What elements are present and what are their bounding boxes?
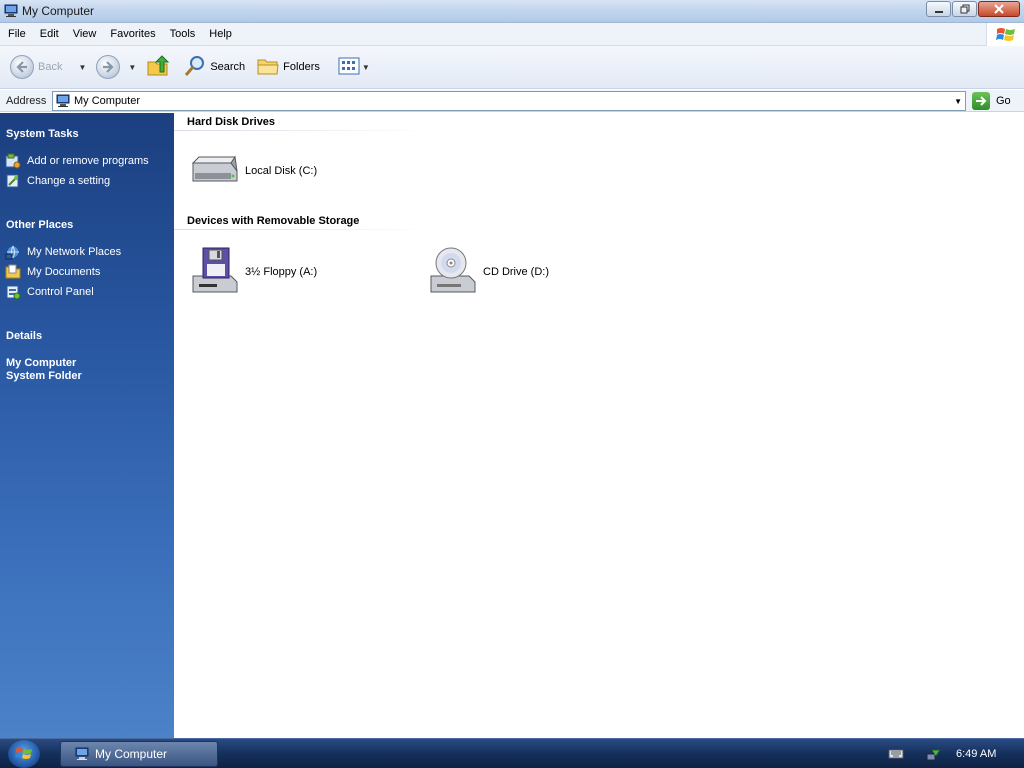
change-setting-label: Change a setting bbox=[27, 175, 111, 187]
menu-file[interactable]: File bbox=[2, 23, 32, 46]
system-tray: 6:49 AM bbox=[888, 741, 996, 767]
search-label: Search bbox=[210, 61, 246, 73]
control-panel-link[interactable]: Control Panel bbox=[5, 284, 94, 300]
up-folder-button[interactable] bbox=[143, 51, 173, 83]
menu-tools[interactable]: Tools bbox=[164, 23, 202, 46]
add-remove-programs-link[interactable]: Add or remove programs bbox=[5, 153, 149, 169]
details-type: System Folder bbox=[6, 370, 82, 382]
views-icon bbox=[338, 57, 360, 78]
maximize-button[interactable] bbox=[952, 1, 977, 17]
address-dropdown-icon[interactable]: ▼ bbox=[954, 97, 962, 106]
floppy-drive-icon bbox=[189, 246, 239, 297]
menu-view[interactable]: View bbox=[67, 23, 103, 46]
drive-local-disk-c[interactable]: Local Disk (C:) bbox=[189, 153, 317, 188]
group-title-hard-disks: Hard Disk Drives bbox=[187, 116, 276, 128]
address-value: My Computer bbox=[74, 95, 141, 107]
forward-button[interactable]: ▼ bbox=[93, 51, 139, 83]
drive-floppy-a[interactable]: 3½ Floppy (A:) bbox=[189, 246, 317, 297]
hard-disk-icon bbox=[189, 153, 239, 188]
minimize-button[interactable] bbox=[926, 1, 951, 17]
system-tasks-header[interactable]: System Tasks bbox=[6, 128, 79, 140]
start-button[interactable] bbox=[8, 740, 40, 768]
clock[interactable]: 6:49 AM bbox=[956, 748, 996, 760]
drive-label-cd-d: CD Drive (D:) bbox=[483, 265, 549, 278]
views-button[interactable]: ▼ bbox=[335, 51, 373, 83]
go-arrow-icon bbox=[972, 92, 990, 110]
back-arrow-icon bbox=[10, 55, 34, 79]
folders-label: Folders bbox=[283, 61, 320, 73]
other-places-header[interactable]: Other Places bbox=[6, 219, 73, 231]
my-documents-label: My Documents bbox=[27, 266, 101, 278]
settings-icon bbox=[5, 173, 21, 189]
folders-icon bbox=[257, 56, 279, 79]
address-bar: Address My Computer ▼ Go bbox=[0, 90, 1024, 112]
add-remove-programs-icon bbox=[5, 153, 21, 169]
documents-folder-icon bbox=[5, 264, 21, 280]
group-divider bbox=[174, 130, 434, 131]
search-button[interactable]: Search bbox=[181, 51, 248, 83]
views-dropdown-icon: ▼ bbox=[361, 62, 370, 72]
back-history-dropdown-icon[interactable]: ▼ bbox=[78, 63, 86, 72]
forward-arrow-icon bbox=[96, 55, 121, 79]
windows-logo-icon bbox=[986, 23, 1024, 46]
back-button[interactable]: Back ▼ bbox=[7, 51, 89, 83]
my-computer-icon bbox=[3, 3, 19, 19]
close-button[interactable] bbox=[978, 1, 1020, 17]
address-label: Address bbox=[6, 94, 47, 107]
taskbar-window-label: My Computer bbox=[95, 747, 168, 761]
go-button[interactable]: Go bbox=[972, 92, 1011, 110]
cd-drive-icon bbox=[427, 246, 477, 297]
toolbar: Back ▼ ▼ Search Folders ▼ bbox=[0, 46, 1024, 89]
details-name: My Computer bbox=[6, 357, 77, 369]
address-input[interactable]: My Computer ▼ bbox=[52, 91, 966, 111]
network-places-icon bbox=[5, 244, 21, 260]
group-divider bbox=[174, 229, 434, 230]
file-view: Hard Disk Drives Local Disk (C:) Devices… bbox=[174, 113, 1024, 738]
my-network-places-label: My Network Places bbox=[27, 246, 122, 258]
go-label: Go bbox=[996, 95, 1011, 107]
menu-edit[interactable]: Edit bbox=[34, 23, 65, 46]
taskbar: My Computer 6:49 AM bbox=[0, 738, 1024, 768]
my-documents-link[interactable]: My Documents bbox=[5, 264, 100, 280]
drive-cd-d[interactable]: CD Drive (D:) bbox=[427, 246, 549, 297]
search-icon bbox=[184, 55, 206, 80]
window-title: My Computer bbox=[22, 4, 95, 18]
forward-history-dropdown-icon[interactable]: ▼ bbox=[128, 63, 136, 72]
folders-button[interactable]: Folders bbox=[254, 51, 323, 83]
add-remove-programs-label: Add or remove programs bbox=[27, 155, 149, 167]
menu-help[interactable]: Help bbox=[203, 23, 238, 46]
details-header[interactable]: Details bbox=[6, 330, 42, 342]
my-computer-icon bbox=[56, 94, 70, 108]
up-folder-icon bbox=[146, 54, 170, 81]
back-label: Back bbox=[38, 61, 63, 73]
network-status-icon[interactable] bbox=[926, 747, 942, 761]
taskbar-my-computer-button[interactable]: My Computer bbox=[60, 741, 218, 767]
title-bar[interactable]: My Computer bbox=[0, 0, 1024, 23]
my-computer-icon bbox=[75, 746, 91, 762]
change-setting-link[interactable]: Change a setting bbox=[5, 173, 110, 189]
my-network-places-link[interactable]: My Network Places bbox=[5, 244, 121, 260]
drive-label-local-disk-c: Local Disk (C:) bbox=[245, 164, 318, 177]
menu-favorites[interactable]: Favorites bbox=[104, 23, 161, 46]
group-title-removable-storage: Devices with Removable Storage bbox=[187, 215, 360, 227]
drive-label-floppy-a: 3½ Floppy (A:) bbox=[245, 265, 318, 278]
keyboard-icon[interactable] bbox=[888, 748, 904, 760]
control-panel-icon bbox=[5, 284, 21, 300]
menu-bar: File Edit View Favorites Tools Help bbox=[0, 23, 1024, 46]
control-panel-label: Control Panel bbox=[27, 286, 94, 298]
task-pane: System Tasks Add or remove programs Chan… bbox=[0, 113, 174, 738]
